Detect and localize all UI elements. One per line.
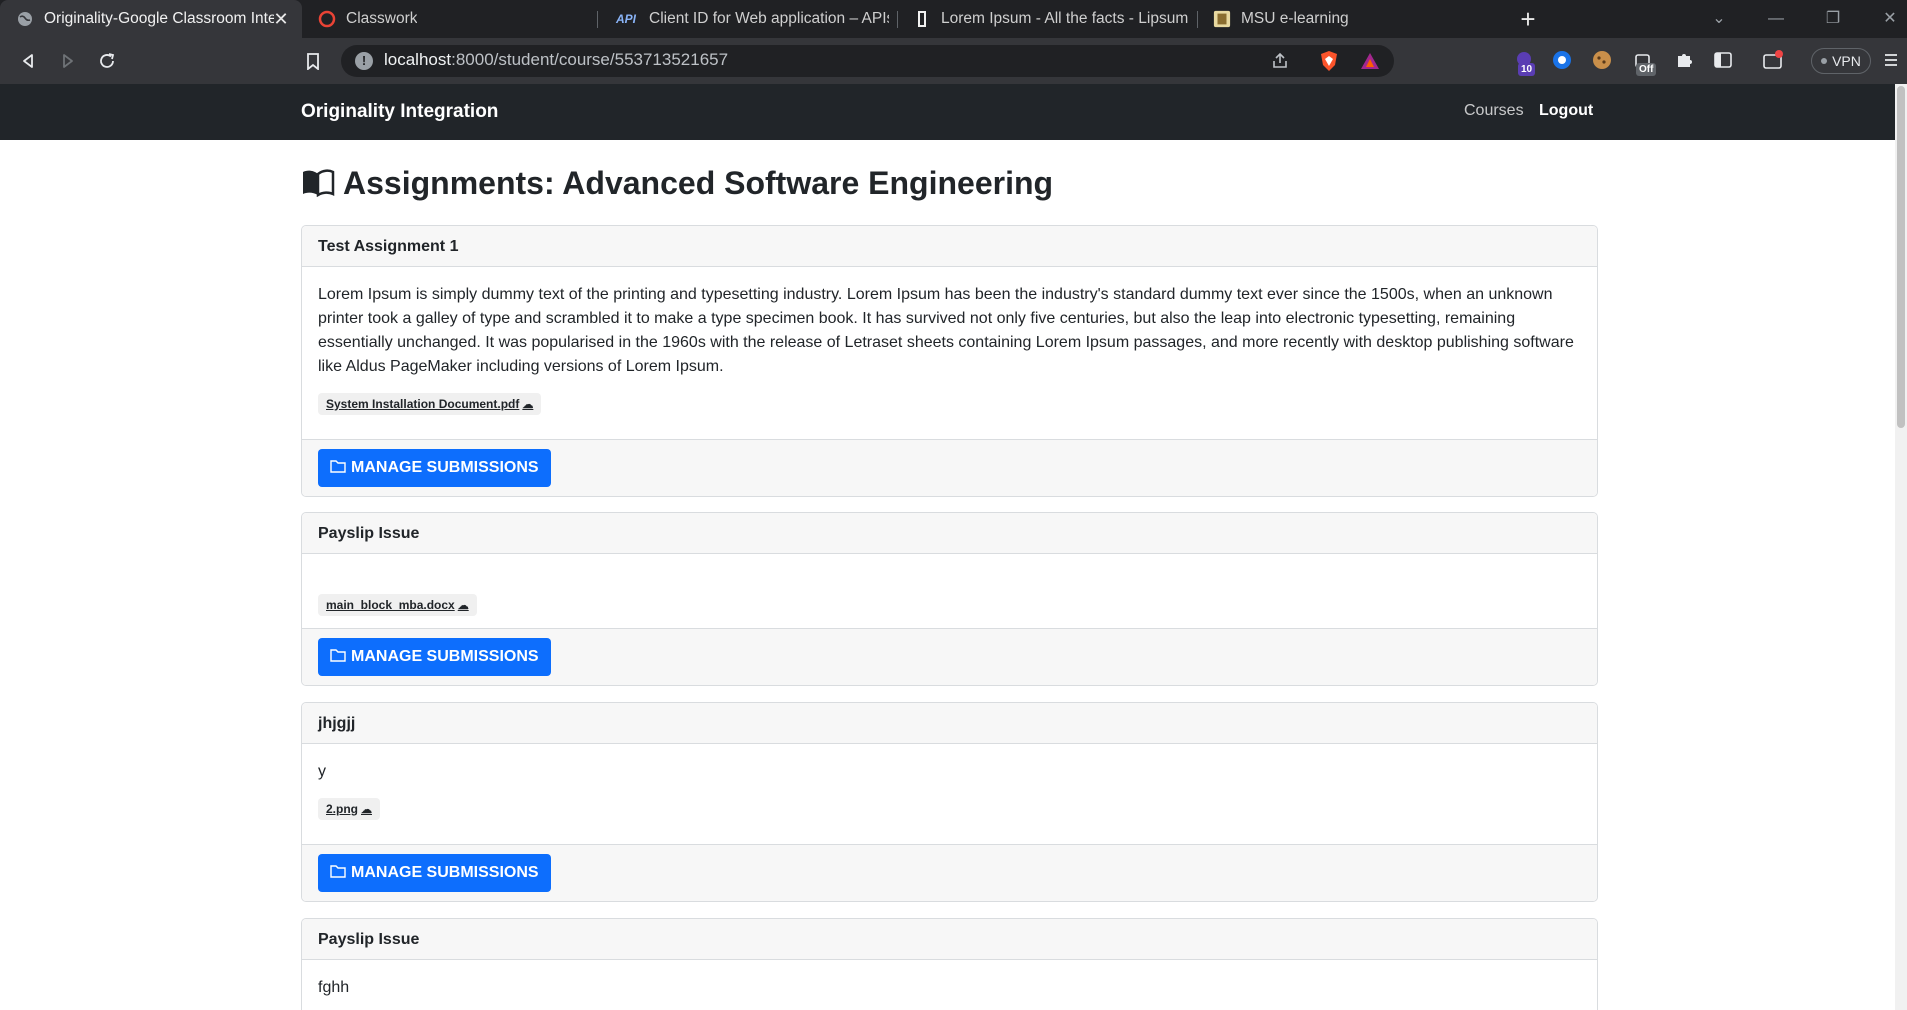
vpn-status-dot <box>1821 58 1828 64</box>
tab-title: Client ID for Web application – APIs & <box>649 10 889 27</box>
assignment-title: Payslip Issue <box>302 513 1597 554</box>
tab-lorem-ipsum[interactable]: Lorem Ipsum - All the facts - Lipsum g <box>897 0 1197 38</box>
brave-shields-icon[interactable] <box>1317 49 1341 73</box>
assignment-card: Payslip Issue fghh <box>301 918 1598 1010</box>
minimize-icon[interactable]: — <box>1763 6 1789 32</box>
browser-tab-strip: Originality-Google Classroom Inte ✕ Clas… <box>0 0 1907 38</box>
bookmark-icon[interactable] <box>299 47 327 75</box>
circle-extension-icon[interactable] <box>1550 48 1574 72</box>
extension-badge-count: 10 <box>1518 63 1536 76</box>
api-icon-label: API <box>615 12 636 26</box>
attachment-filename: main_block_mba.docx <box>326 598 455 612</box>
url-text[interactable]: localhost:8000/student/course/5537135216… <box>384 50 728 70</box>
assignment-title: jhjgjj <box>302 703 1597 744</box>
assignment-description: y <box>318 763 326 780</box>
manage-submissions-button[interactable]: MANAGE SUBMISSIONS <box>318 638 551 676</box>
tab-title: Originality-Google Classroom Inte <box>44 10 274 27</box>
page-title: Assignments: Advanced Software Engineeri… <box>301 162 1053 204</box>
tab-msu-elearning[interactable]: MSU e-learning <box>1197 0 1497 38</box>
attachment-link[interactable]: main_block_mba.docx ☁ <box>318 594 477 616</box>
tab-title: Classwork <box>346 10 418 27</box>
attachment-filename: 2.png <box>326 802 358 816</box>
forward-icon[interactable] <box>54 47 82 75</box>
navbar-brand[interactable]: Originality Integration <box>301 101 498 123</box>
nav-link-courses[interactable]: Courses <box>1464 102 1524 120</box>
attachment-link[interactable]: 2.png ☁ <box>318 798 380 820</box>
attachment-link[interactable]: System Installation Document.pdf ☁ <box>318 393 542 415</box>
assignment-footer: MANAGE SUBMISSIONS <box>302 439 1597 496</box>
tab-title: MSU e-learning <box>1241 10 1349 27</box>
wallet-icon[interactable] <box>1761 48 1785 72</box>
cookie-extension-icon[interactable] <box>1590 48 1614 72</box>
close-tab-icon[interactable]: ✕ <box>270 8 292 30</box>
assignment-card: jhjgjj y 2.png ☁ MANAGE SUBMISSIONS <box>301 702 1598 902</box>
tab-title: Lorem Ipsum - All the facts - Lipsum g <box>941 10 1191 27</box>
folder-icon <box>330 459 346 478</box>
assignment-title: Test Assignment 1 <box>302 226 1597 267</box>
nav-link-logout[interactable]: Logout <box>1539 102 1593 120</box>
brave-rewards-icon[interactable] <box>1358 49 1382 73</box>
folder-icon <box>330 864 346 883</box>
restore-icon[interactable]: ❐ <box>1820 6 1846 32</box>
assignment-card: Payslip Issue main_block_mba.docx ☁ MANA… <box>301 512 1598 686</box>
assignment-body: Lorem Ipsum is simply dummy text of the … <box>302 267 1597 431</box>
assignment-body: y 2.png ☁ <box>302 744 1597 836</box>
msu-icon <box>1213 10 1231 28</box>
manage-submissions-label: MANAGE SUBMISSIONS <box>351 864 539 881</box>
assignment-footer: MANAGE SUBMISSIONS <box>302 628 1597 685</box>
manage-submissions-button[interactable]: MANAGE SUBMISSIONS <box>318 854 551 892</box>
cloud-download-icon: ☁ <box>522 398 534 411</box>
vpn-button[interactable]: VPN <box>1811 48 1871 74</box>
site-navbar <box>0 84 1907 140</box>
assignment-body: fghh <box>302 960 1597 1010</box>
lipsum-icon <box>913 10 931 28</box>
assignment-description: Lorem Ipsum is simply dummy text of the … <box>318 286 1574 375</box>
manage-submissions-label: MANAGE SUBMISSIONS <box>351 459 539 476</box>
globe-icon <box>16 10 34 28</box>
assignment-footer: MANAGE SUBMISSIONS <box>302 844 1597 901</box>
assignment-description: fghh <box>318 979 350 996</box>
menu-icon[interactable] <box>1879 48 1903 72</box>
page-title-text: Assignments: Advanced Software Engineeri… <box>343 164 1054 201</box>
extension-badge-off: Off <box>1636 63 1657 76</box>
tab-search-chevron-icon[interactable]: ⌄ <box>1706 6 1732 32</box>
new-tab-plus-icon[interactable]: + <box>1515 6 1541 32</box>
google-classroom-icon <box>318 10 336 28</box>
cloud-download-icon: ☁ <box>361 803 372 816</box>
cloud-download-icon: ☁ <box>457 599 469 612</box>
manage-submissions-label: MANAGE SUBMISSIONS <box>351 648 539 665</box>
url-host: localhost <box>384 50 452 69</box>
extensions-puzzle-icon[interactable] <box>1672 48 1696 72</box>
share-icon[interactable] <box>1268 49 1292 73</box>
book-open-icon <box>301 169 335 197</box>
vpn-label: VPN <box>1832 53 1861 69</box>
manage-submissions-button[interactable]: MANAGE SUBMISSIONS <box>318 449 551 487</box>
tab-client-id[interactable]: API Client ID for Web application – APIs… <box>597 0 897 38</box>
url-path: :8000/student/course/553713521657 <box>451 50 729 69</box>
tab-originality[interactable]: Originality-Google Classroom Inte ✕ <box>0 0 302 38</box>
back-icon[interactable] <box>14 47 42 75</box>
tab-classwork[interactable]: Classwork <box>302 0 596 38</box>
attachment-filename: System Installation Document.pdf <box>326 397 520 411</box>
folder-icon <box>330 648 346 667</box>
window-close-icon[interactable]: ✕ <box>1877 6 1903 32</box>
assignment-card: Test Assignment 1 Lorem Ipsum is simply … <box>301 225 1598 497</box>
assignment-body: main_block_mba.docx ☁ <box>302 554 1597 632</box>
reload-icon[interactable] <box>93 47 121 75</box>
site-info-icon[interactable]: ! <box>355 52 373 70</box>
assignment-title: Payslip Issue <box>302 919 1597 960</box>
api-icon: API <box>613 10 639 28</box>
page-scrollbar-thumb[interactable] <box>1897 86 1905 428</box>
sidebar-toggle-icon[interactable] <box>1711 48 1735 72</box>
